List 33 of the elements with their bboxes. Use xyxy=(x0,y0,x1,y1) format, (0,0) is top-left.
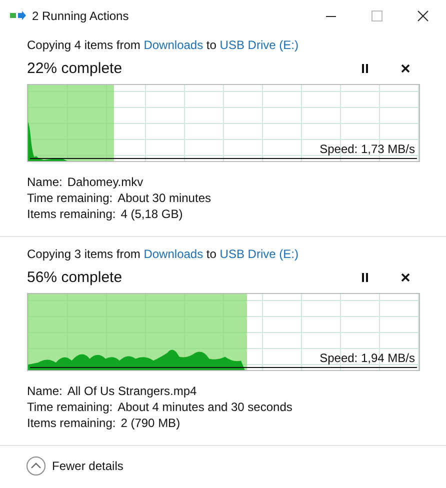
detail-label: Time remaining: xyxy=(27,190,113,206)
progress-text: 56% complete xyxy=(27,268,124,286)
detail-label: Items remaining: xyxy=(27,415,116,431)
speed-label: Speed: 1,73 MB/s xyxy=(320,142,415,156)
close-icon xyxy=(400,272,410,282)
detail-label: Name: xyxy=(27,383,62,399)
copy-icon xyxy=(10,11,26,21)
copy-description: Copying 3 items from Downloads to USB Drive (E:) xyxy=(27,247,300,263)
details-toggle[interactable]: Fewer details xyxy=(26,456,124,476)
detail-label: Items remaining: xyxy=(27,206,116,222)
close-icon xyxy=(400,64,410,72)
speed-label: Speed: 1,94 MB/s xyxy=(320,351,415,365)
source-link[interactable]: Downloads xyxy=(144,38,204,52)
detail-label: Time remaining: xyxy=(27,399,113,415)
destination-link[interactable]: USB Drive (E:) xyxy=(220,38,298,52)
copy-description: Copying 4 items from Downloads to USB Drive (E:) xyxy=(27,38,300,54)
maximize-icon xyxy=(371,10,383,22)
progress-text: 22% complete xyxy=(27,60,124,76)
source-link[interactable]: Downloads xyxy=(144,247,204,261)
speed-sparkline xyxy=(28,122,68,161)
pause-icon xyxy=(361,64,369,72)
chevron-up-icon xyxy=(26,456,46,476)
detail-value: 2 (790 MB) xyxy=(120,415,180,431)
detail-value: About 30 minutes xyxy=(118,190,211,206)
detail-value: Dahomey.mkv xyxy=(67,174,144,190)
destination-link[interactable]: USB Drive (E:) xyxy=(220,247,298,261)
pause-icon xyxy=(361,272,369,282)
detail-value: 4 (5,18 GB) xyxy=(120,206,183,222)
window-title: 2 Running Actions xyxy=(32,9,129,23)
close-icon xyxy=(417,10,429,22)
detail-value: About 4 minutes and 30 seconds xyxy=(118,399,292,415)
detail-label: Name: xyxy=(27,174,62,190)
detail-value: All Of Us Strangers.mp4 xyxy=(67,383,197,399)
